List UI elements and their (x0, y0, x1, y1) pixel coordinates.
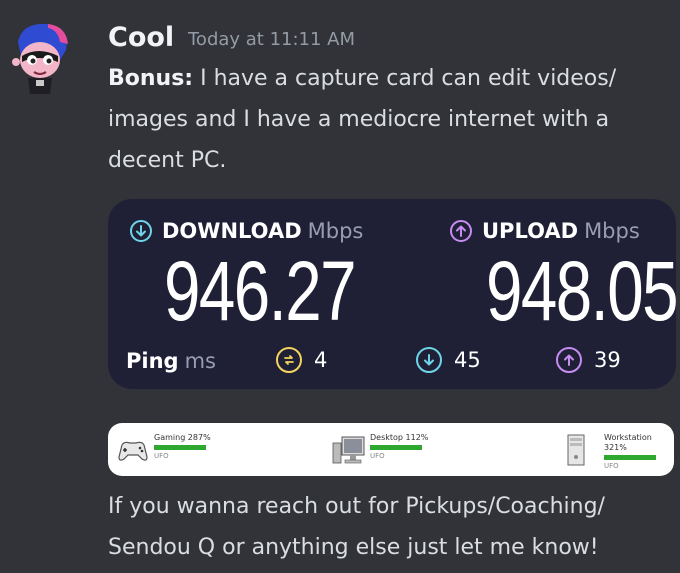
download-header: DOWNLOAD Mbps (130, 219, 363, 243)
benchmark-desktop-label: Desktop 112% (370, 433, 429, 442)
ping-unit: ms (184, 349, 216, 373)
workstation-tower-icon (566, 433, 600, 467)
benchmark-workstation-bar (604, 455, 656, 460)
ping-upload-value: 39 (594, 348, 621, 372)
desktop-computer-icon (332, 433, 366, 467)
avatar[interactable] (8, 16, 74, 94)
ping-idle-value: 4 (314, 348, 328, 372)
ping-idle: 4 (276, 347, 327, 373)
benchmark-workstation-sub: UFO (604, 462, 619, 470)
upload-label: UPLOAD (482, 219, 579, 243)
benchmark-workstation-label: Workstation 321% (604, 433, 652, 452)
benchmark-desktop-bar (370, 445, 422, 450)
ping-row: Ping ms 4 45 39 (126, 347, 658, 381)
benchmark-gaming: Gaming 287% UFO (116, 433, 211, 467)
message-text-followup: If you wanna reach out for Pickups/Coach… (108, 494, 605, 560)
upload-value: 948.05 (486, 244, 679, 338)
speedtest-result-card[interactable]: DOWNLOAD Mbps UPLOAD Mbps 946.27 948.05 … (108, 199, 679, 389)
upload-unit: Mbps (584, 219, 640, 243)
gamepad-icon (116, 433, 150, 467)
download-label: DOWNLOAD (162, 219, 302, 243)
benchmark-desktop: Desktop 112% UFO (332, 433, 428, 467)
download-arrow-icon (130, 220, 152, 242)
download-value: 946.27 (164, 244, 357, 338)
bonus-label: Bonus: (108, 66, 194, 91)
benchmark-gaming-sub: UFO (154, 452, 169, 460)
ping-label-group: Ping ms (126, 349, 216, 373)
upload-latency-icon (556, 347, 582, 373)
ping-download-value: 45 (454, 348, 481, 372)
benchmark-workstation: Workstation 321% UFO (566, 433, 674, 471)
benchmark-image[interactable]: Gaming 287% UFO Desktop 112% UFO Worksta… (108, 423, 674, 476)
benchmark-desktop-sub: UFO (370, 452, 385, 460)
upload-header: UPLOAD Mbps (450, 219, 640, 243)
upload-arrow-icon (450, 220, 472, 242)
ping-label: Ping (126, 349, 179, 373)
benchmark-gaming-bar (154, 445, 206, 450)
ping-upload: 39 (556, 347, 621, 373)
ping-download: 45 (416, 347, 481, 373)
benchmark-gaming-label: Gaming 287% (154, 433, 211, 442)
message-author[interactable]: Cool (108, 20, 174, 56)
download-unit: Mbps (307, 219, 364, 243)
download-latency-icon (416, 347, 442, 373)
message-timestamp: Today at 11:11 AM (188, 29, 356, 50)
idle-latency-icon (276, 347, 302, 373)
message-text-bonus: Bonus: I have a capture card can edit vi… (108, 58, 668, 181)
